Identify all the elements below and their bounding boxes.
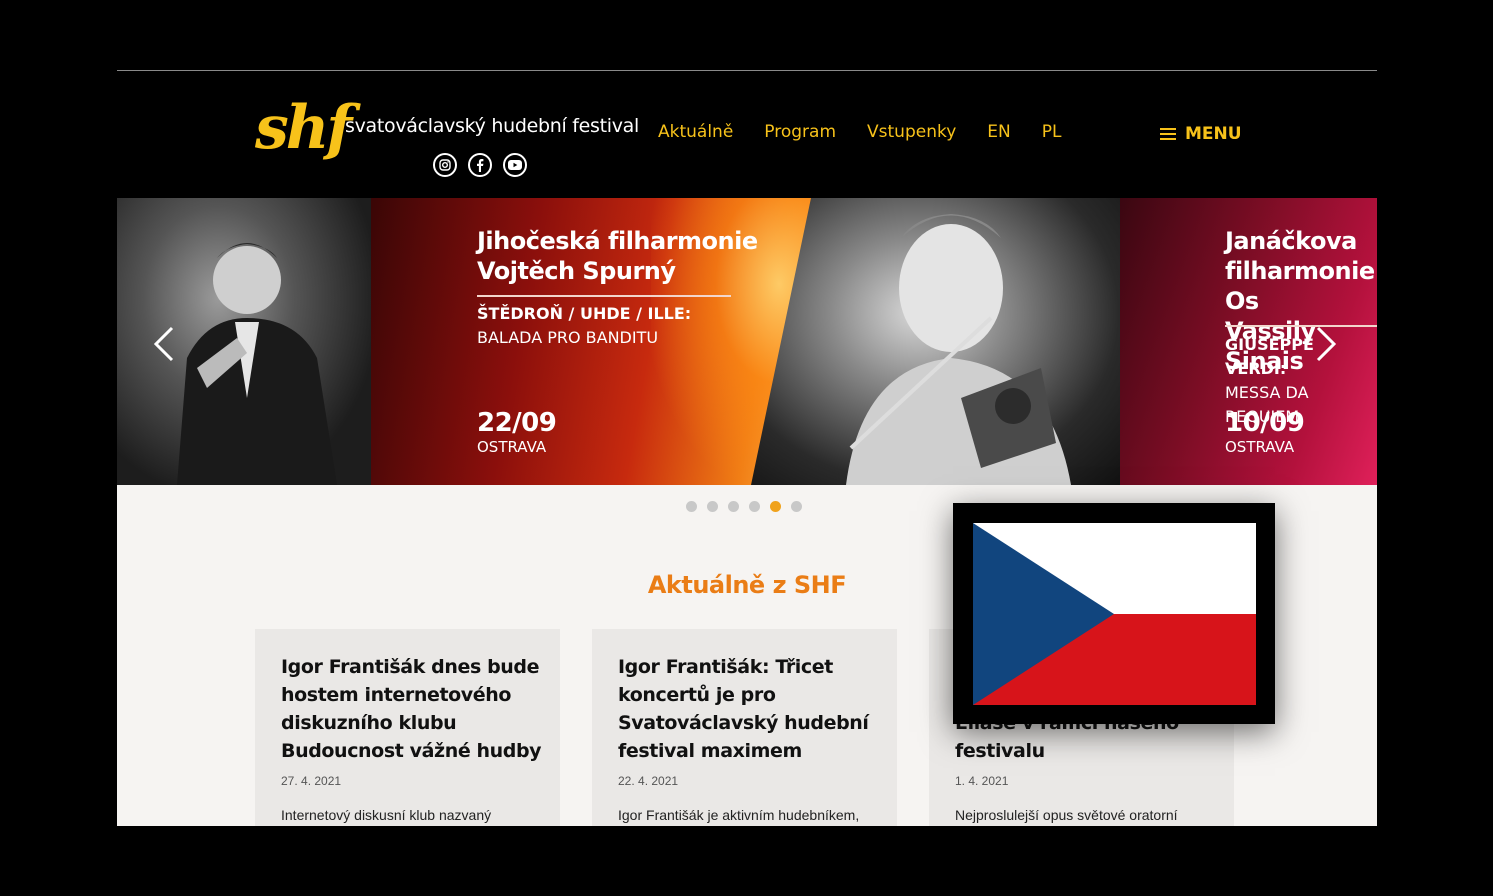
- news-card-excerpt: Igor Františák je aktivním hudebníkem,: [618, 807, 860, 823]
- hero-carousel[interactable]: Jihočeská filharmonie Vojtěch Spurný ŠTĚ…: [117, 198, 1377, 485]
- slide-subtitle: ŠTĚDROŇ / UHDE / ILLE: BALADA PRO BANDIT…: [477, 302, 691, 350]
- nav-item-en[interactable]: EN: [987, 122, 1010, 142]
- slide-divider: [1225, 325, 1377, 327]
- slide-city: OSTRAVA: [1225, 438, 1295, 456]
- menu-label: MENU: [1185, 124, 1242, 144]
- logo-mark[interactable]: shf: [255, 93, 352, 163]
- menu-button[interactable]: MENU: [1160, 124, 1242, 144]
- slide-city: OSTRAVA: [477, 438, 547, 456]
- main-nav: Aktuálně Program Vstupenky EN PL: [658, 122, 1092, 142]
- youtube-icon[interactable]: [503, 153, 527, 177]
- slide-composers: ŠTĚDROŇ / UHDE / ILLE:: [477, 304, 692, 323]
- nav-item-aktualne[interactable]: Aktuálně: [658, 122, 733, 142]
- social-links: [433, 153, 527, 177]
- slide-main[interactable]: Jihočeská filharmonie Vojtěch Spurný ŠTĚ…: [371, 198, 811, 485]
- hamburger-icon: [1160, 128, 1176, 140]
- nav-item-program[interactable]: Program: [764, 122, 836, 142]
- slide-title-line: filharmonie Os: [1225, 257, 1375, 315]
- violinist-silhouette: [846, 214, 1071, 485]
- site-header: shf svatováclavský hudební festival Aktu…: [117, 71, 1377, 198]
- nav-item-vstupenky[interactable]: Vstupenky: [867, 122, 956, 142]
- news-card-title[interactable]: Igor Františák: Třicet koncertů je pro S…: [618, 653, 883, 765]
- slide-date: 10/09: [1225, 408, 1305, 438]
- carousel-dot[interactable]: [791, 501, 802, 512]
- slide-title-line: Vojtěch Spurný: [477, 257, 676, 285]
- chevron-right-icon[interactable]: [1310, 326, 1340, 362]
- slide-photo-violinist: [751, 198, 1121, 485]
- slide-title: Jihočeská filharmonie Vojtěch Spurný: [477, 226, 758, 286]
- conductor-silhouette: [177, 243, 337, 485]
- news-card-date: 22. 4. 2021: [618, 774, 679, 788]
- news-card-date: 27. 4. 2021: [281, 774, 342, 788]
- carousel-dots: [686, 501, 802, 512]
- czech-flag-icon: [973, 523, 1256, 705]
- instagram-icon[interactable]: [433, 153, 457, 177]
- carousel-dot-active[interactable]: [770, 501, 781, 512]
- chevron-left-icon[interactable]: [150, 326, 180, 362]
- slide-date: 22/09: [477, 408, 557, 438]
- news-card[interactable]: Igor Františák: Třicet koncertů je pro S…: [592, 629, 897, 826]
- news-card-excerpt: Internetový diskusní klub nazvaný: [281, 807, 492, 823]
- carousel-dot[interactable]: [728, 501, 739, 512]
- carousel-dot[interactable]: [686, 501, 697, 512]
- news-card[interactable]: Igor Františák dnes bude hostem internet…: [255, 629, 560, 826]
- slide-title-line: Jihočeská filharmonie: [477, 227, 758, 255]
- nav-item-pl[interactable]: PL: [1042, 122, 1062, 142]
- news-card-date: 1. 4. 2021: [955, 774, 1009, 788]
- language-flag-overlay[interactable]: [953, 503, 1275, 724]
- slide-title-line: Janáčkova: [1225, 227, 1357, 255]
- carousel-dot[interactable]: [749, 501, 760, 512]
- slide-composers: GIUSEPPE VERDI:: [1225, 335, 1314, 378]
- carousel-dot[interactable]: [707, 501, 718, 512]
- facebook-icon[interactable]: [468, 153, 492, 177]
- news-card-title[interactable]: Igor Františák dnes bude hostem internet…: [281, 653, 546, 765]
- slide-divider: [477, 295, 731, 297]
- slide-work: BALADA PRO BANDITU: [477, 328, 659, 347]
- news-card-excerpt: Nejproslulejší opus světové oratorní: [955, 807, 1178, 823]
- logo-text[interactable]: svatováclavský hudební festival: [345, 115, 639, 137]
